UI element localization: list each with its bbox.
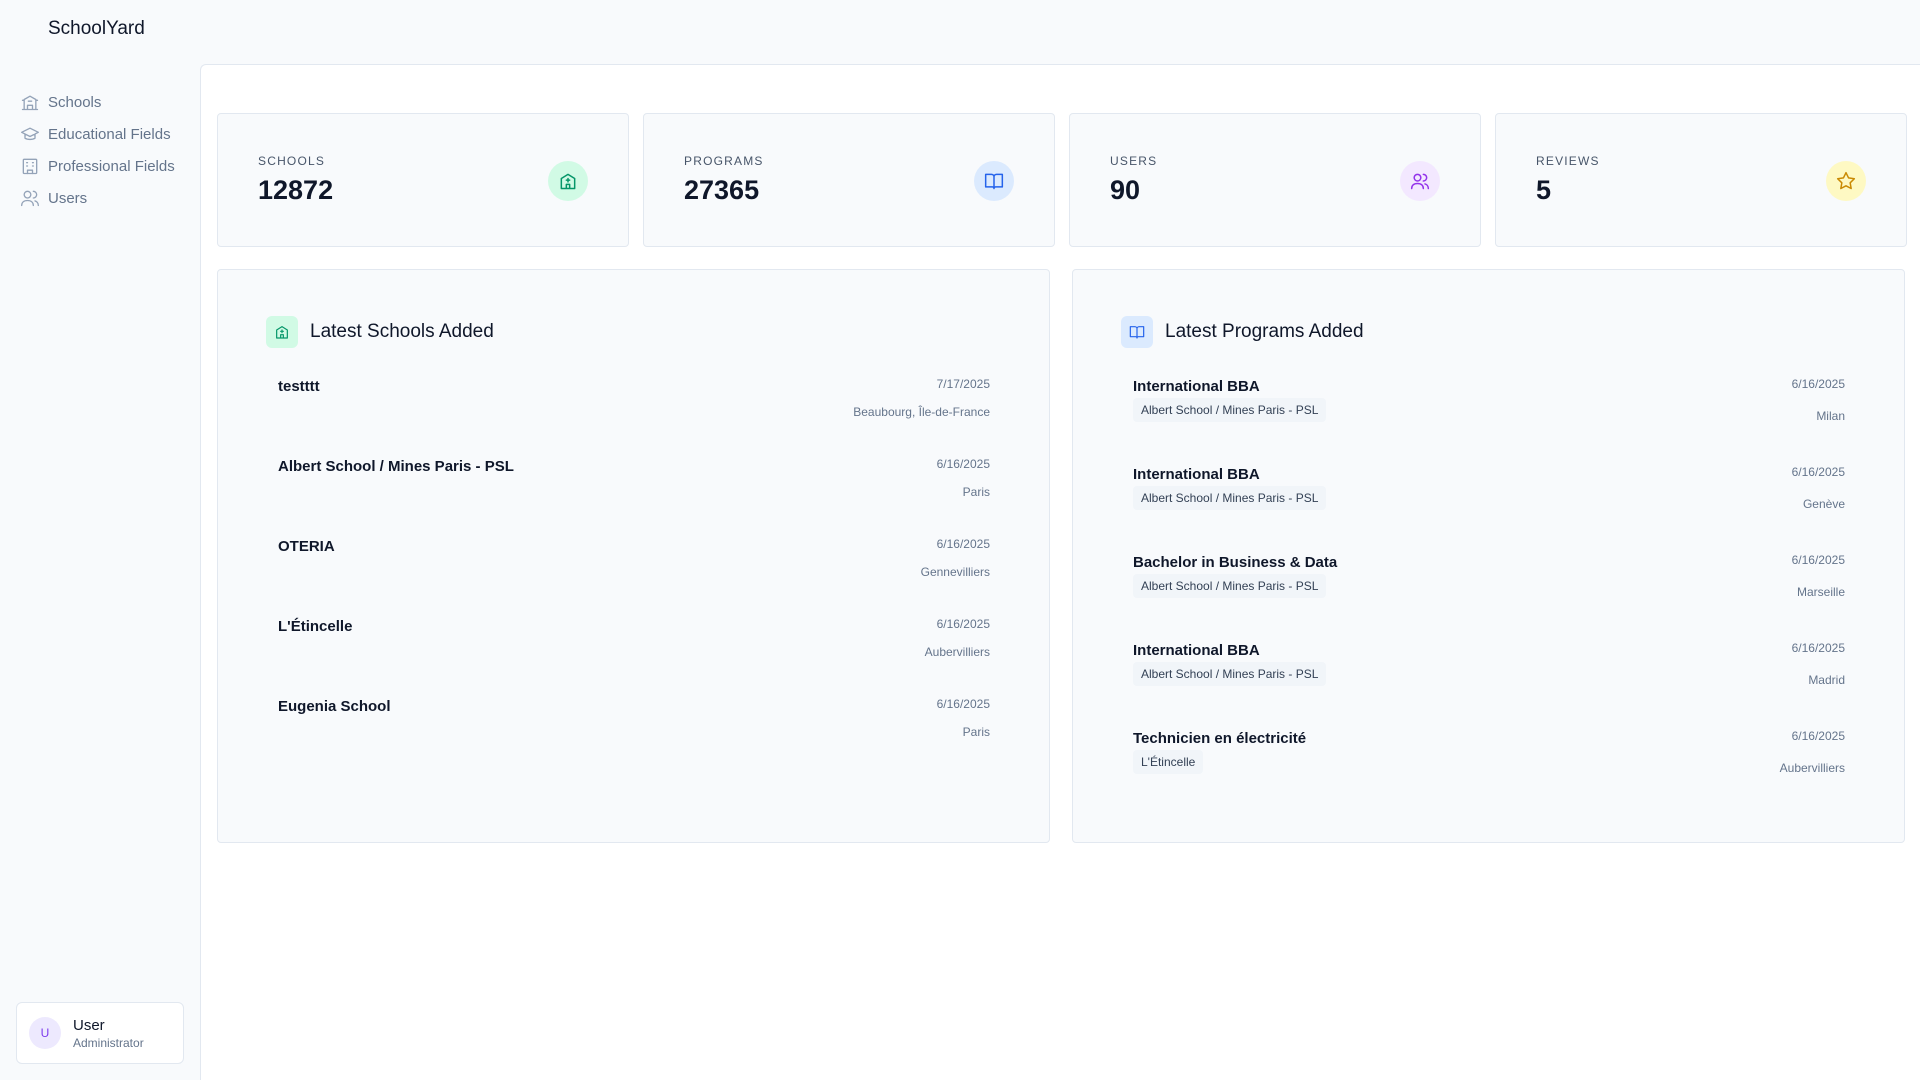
program-location: Marseille [1796,585,1845,599]
program-name: Technicien en électricité [1133,730,1307,747]
school-name: Eugenia School [278,698,391,715]
sidebar-nav: Schools Educational Fields Professional … [20,86,190,214]
graduation-cap-icon [21,127,39,141]
school-date: 6/16/2025 [936,697,990,711]
program-school-badge: Albert School / Mines Paris - PSL [1133,574,1327,598]
sidebar-item-label: Schools [48,93,102,111]
stat-icon-wrapper [1826,161,1866,201]
stat-label: USERS [1110,154,1158,168]
avatar: U [29,1017,61,1049]
sidebar-item-label: Users [48,189,88,207]
stat-label: PROGRAMS [684,154,764,168]
user-info: User Administrator [73,1017,144,1050]
program-school-badge: Albert School / Mines Paris - PSL [1133,662,1327,686]
stat-icon-wrapper [974,161,1014,201]
panel-title: Latest Programs Added [1165,321,1364,342]
latest-programs-panel: Latest Programs Added International BBA … [1072,269,1905,843]
school-location: Aubervilliers [924,645,990,659]
school-location: Gennevilliers [920,565,990,579]
program-location: Madrid [1808,673,1845,687]
program-location: Genève [1802,497,1845,511]
stat-value: 90 [1110,175,1141,205]
school-location: Paris [962,725,990,739]
school-date: 7/17/2025 [936,377,990,391]
school-date: 6/16/2025 [936,457,990,471]
star-icon [1836,171,1856,190]
panel-icon-wrapper [266,316,298,348]
school-name: testttt [278,378,320,395]
school-icon [21,95,39,111]
panel-header: Latest Schools Added [266,316,494,348]
panel-header: Latest Programs Added [1121,316,1364,348]
users-icon [21,190,39,207]
program-school-badge: L'Étincelle [1133,750,1204,774]
main-content: SCHOOLS 12872 PROGRAMS 27365 USERS 90 RE… [200,64,1920,1080]
school-location: Beaubourg, Île-de-France [853,405,990,419]
school-date: 6/16/2025 [936,617,990,631]
book-open-icon [984,173,1004,190]
stat-card-users: USERS 90 [1069,113,1481,247]
program-date: 6/16/2025 [1791,377,1845,391]
program-name: Bachelor in Business & Data [1133,554,1338,571]
user-name: User [73,1016,105,1034]
sidebar-item-educational-fields[interactable]: Educational Fields [20,118,190,150]
program-location: Milan [1816,409,1845,423]
program-date: 6/16/2025 [1791,641,1845,655]
panel-icon-wrapper [1121,316,1153,348]
stat-label: REVIEWS [1536,154,1600,168]
program-name: International BBA [1133,466,1260,483]
program-school-badge: Albert School / Mines Paris - PSL [1133,398,1327,422]
stat-card-reviews: REVIEWS 5 [1495,113,1907,247]
sidebar-item-label: Professional Fields [48,157,175,175]
briefcase-icon [22,158,38,175]
stat-value: 5 [1536,175,1552,205]
sidebar-item-users[interactable]: Users [20,182,190,214]
program-name: International BBA [1133,642,1260,659]
school-date: 6/16/2025 [936,537,990,551]
stat-card-programs: PROGRAMS 27365 [643,113,1055,247]
program-location: Aubervilliers [1779,761,1845,775]
stat-icon-wrapper [548,161,588,201]
book-open-icon [1129,326,1145,339]
sidebar-item-schools[interactable]: Schools [20,86,190,118]
school-name: OTERIA [278,538,335,555]
brand-title[interactable]: SchoolYard [48,18,145,40]
user-card[interactable]: U User Administrator [16,1002,184,1064]
program-date: 6/16/2025 [1791,465,1845,479]
school-location: Paris [962,485,990,499]
school-name: Albert School / Mines Paris - PSL [278,458,514,475]
latest-schools-panel: Latest Schools Added testttt 7/17/2025 B… [217,269,1050,843]
program-school-badge: Albert School / Mines Paris - PSL [1133,486,1327,510]
user-role: Administrator [73,1035,144,1050]
stat-value: 12872 [258,175,334,205]
stat-label: SCHOOLS [258,154,326,168]
panel-title: Latest Schools Added [310,321,494,342]
sidebar-item-professional-fields[interactable]: Professional Fields [20,150,190,182]
stat-card-schools: SCHOOLS 12872 [217,113,629,247]
users-icon [1410,173,1430,190]
stat-icon-wrapper [1400,161,1440,201]
sidebar-item-label: Educational Fields [48,125,171,143]
program-date: 6/16/2025 [1791,729,1845,743]
school-icon [560,173,576,190]
sidebar: SchoolYard Schools Educational Fields Pr… [0,0,200,1080]
program-date: 6/16/2025 [1791,553,1845,567]
stat-value: 27365 [684,175,760,205]
school-icon [276,326,288,339]
program-name: International BBA [1133,378,1260,395]
school-name: L'Étincelle [278,618,353,635]
